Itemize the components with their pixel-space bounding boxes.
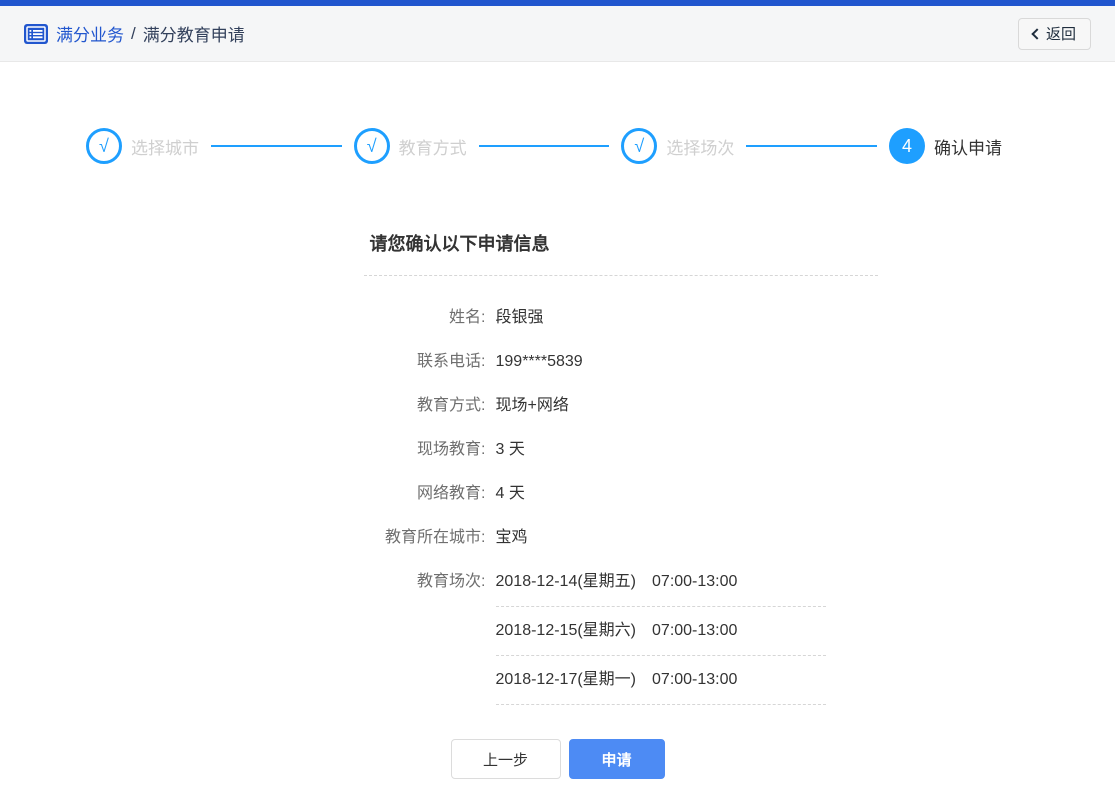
action-buttons: 上一步 申请 [0,739,1115,779]
step-label: 确认申请 [934,138,1003,158]
breadcrumb-separator: / [131,23,136,43]
chevron-left-icon [1031,27,1043,40]
session-row: 2018-12-14(星期五) 07:00-13:00 [495,568,826,607]
step-done-check-icon: √ [353,128,390,164]
session-time: 07:00-13:00 [652,671,738,688]
apply-button[interactable]: 申请 [568,739,665,779]
back-button-label: 返回 [1045,26,1076,43]
session-time: 07:00-13:00 [652,622,738,639]
session-date: 2018-12-17(星期一) [495,671,637,688]
field-label: 教育方式: [417,397,486,414]
step-number-badge: 4 [889,128,926,164]
field-education-mode: 教育方式: 现场+网络 [364,392,878,420]
field-value: 宝鸡 [495,529,528,546]
session-row: 2018-12-17(星期一) 07:00-13:00 [495,666,826,705]
session-row: 2018-12-15(星期六) 07:00-13:00 [495,617,826,656]
step-label: 选择场次 [666,138,735,158]
field-label: 教育所在城市: [385,529,486,546]
field-phone: 联系电话: 199****5839 [364,348,878,376]
step-connector [211,145,342,147]
step-select-session: √ 选择场次 [621,128,734,164]
step-done-check-icon: √ [86,128,122,164]
breadcrumb: 满分业务 / 满分教育申请 [24,21,245,46]
field-value: 现场+网络 [495,397,569,414]
step-confirm-application: 4 确认申请 [889,128,1002,164]
field-label: 现场教育: [417,441,486,458]
field-education-sessions: 教育场次: 2018-12-14(星期五) 07:00-13:00 2018-1… [364,568,878,715]
step-education-mode: √ 教育方式 [353,128,467,164]
confirmation-fields: 姓名: 段银强 联系电话: 199****5839 教育方式: 现场+网络 现场… [364,304,878,715]
session-date: 2018-12-15(星期六) [495,622,637,639]
step-label: 选择城市 [131,138,199,158]
list-icon [24,23,48,44]
field-online-days: 网络教育: 4 天 [364,480,878,508]
previous-step-button[interactable]: 上一步 [450,739,561,779]
back-button[interactable]: 返回 [1017,17,1091,50]
field-value: 4 天 [495,485,525,502]
breadcrumb-section-link[interactable]: 满分业务 [56,21,124,46]
header: 满分业务 / 满分教育申请 返回 [0,6,1115,62]
session-list: 2018-12-14(星期五) 07:00-13:00 2018-12-15(星… [495,568,878,715]
field-value: 段银强 [495,309,544,326]
step-select-city: √ 选择城市 [86,128,199,164]
field-label: 教育场次: [417,573,486,590]
field-value: 3 天 [495,441,525,458]
field-label: 网络教育: [417,485,486,502]
field-name: 姓名: 段银强 [364,304,878,332]
step-connector [478,145,610,147]
field-label: 联系电话: [417,353,486,370]
field-onsite-days: 现场教育: 3 天 [364,436,878,464]
field-label: 姓名: [449,309,486,326]
confirmation-panel: 请您确认以下申请信息 姓名: 段银强 联系电话: 199****5839 教育方… [363,230,878,715]
breadcrumb-current-page: 满分教育申请 [142,26,245,45]
session-time: 07:00-13:00 [652,573,738,590]
confirmation-title: 请您确认以下申请信息 [363,230,878,276]
field-value: 199****5839 [495,353,583,370]
step-label: 教育方式 [398,138,467,158]
session-date: 2018-12-14(星期五) [495,573,637,590]
step-done-check-icon: √ [621,128,658,164]
step-progress-bar: √ 选择城市 √ 教育方式 √ 选择场次 4 确认申请 [0,128,1115,164]
field-education-city: 教育所在城市: 宝鸡 [364,524,878,552]
step-connector [746,145,878,147]
